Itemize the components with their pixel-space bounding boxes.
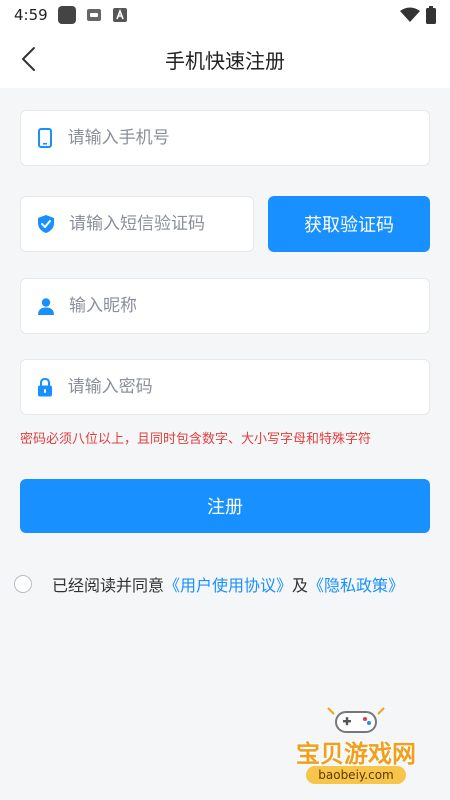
user-agreement-link[interactable]: 《用户使用协议》 xyxy=(164,572,292,596)
nickname-field[interactable] xyxy=(20,278,430,334)
phone-field[interactable] xyxy=(20,110,430,166)
nickname-input[interactable] xyxy=(69,296,429,316)
shield-icon xyxy=(37,215,55,233)
nav-bar: 手机快速注册 xyxy=(0,30,450,88)
sms-code-input[interactable] xyxy=(69,214,253,234)
status-time: 4:59 xyxy=(14,6,48,24)
wifi-icon xyxy=(400,7,420,23)
chevron-left-icon xyxy=(20,46,36,72)
watermark-title: 宝贝游戏网 xyxy=(296,740,416,768)
sms-code-field[interactable] xyxy=(20,196,254,252)
user-icon xyxy=(37,297,55,315)
privacy-policy-link[interactable]: 《隐私政策》 xyxy=(308,572,404,596)
agreement-checkbox[interactable] xyxy=(14,575,32,593)
agreement-and: 及 xyxy=(292,576,309,595)
status-bar: 4:59 xyxy=(0,0,450,30)
get-code-button[interactable]: 获取验证码 xyxy=(268,196,430,252)
battery-icon xyxy=(426,6,436,24)
page-title: 手机快速注册 xyxy=(165,48,285,73)
register-button[interactable]: 注册 xyxy=(20,479,430,533)
back-button[interactable] xyxy=(10,41,46,77)
watermark-logo: 宝贝游戏网 baobeiy.com xyxy=(276,700,436,790)
notification-icon xyxy=(86,7,102,23)
app-square-icon xyxy=(57,6,76,24)
watermark-url: baobeiy.com xyxy=(306,766,406,784)
agreement-prefix: 已经阅读并同意 xyxy=(52,576,165,595)
lock-icon xyxy=(37,377,54,397)
password-field[interactable] xyxy=(20,359,430,415)
phone-icon xyxy=(37,128,54,148)
phone-input[interactable] xyxy=(67,128,429,148)
password-input[interactable] xyxy=(67,377,429,397)
a-icon xyxy=(112,7,128,23)
status-right xyxy=(400,6,436,24)
agreement-row: 已经阅读并同意 《用户使用协议》 及 《隐私政策》 xyxy=(14,570,444,598)
password-hint: 密码必须八位以上，且同时包含数字、大小写字母和特殊字符 xyxy=(20,432,372,447)
